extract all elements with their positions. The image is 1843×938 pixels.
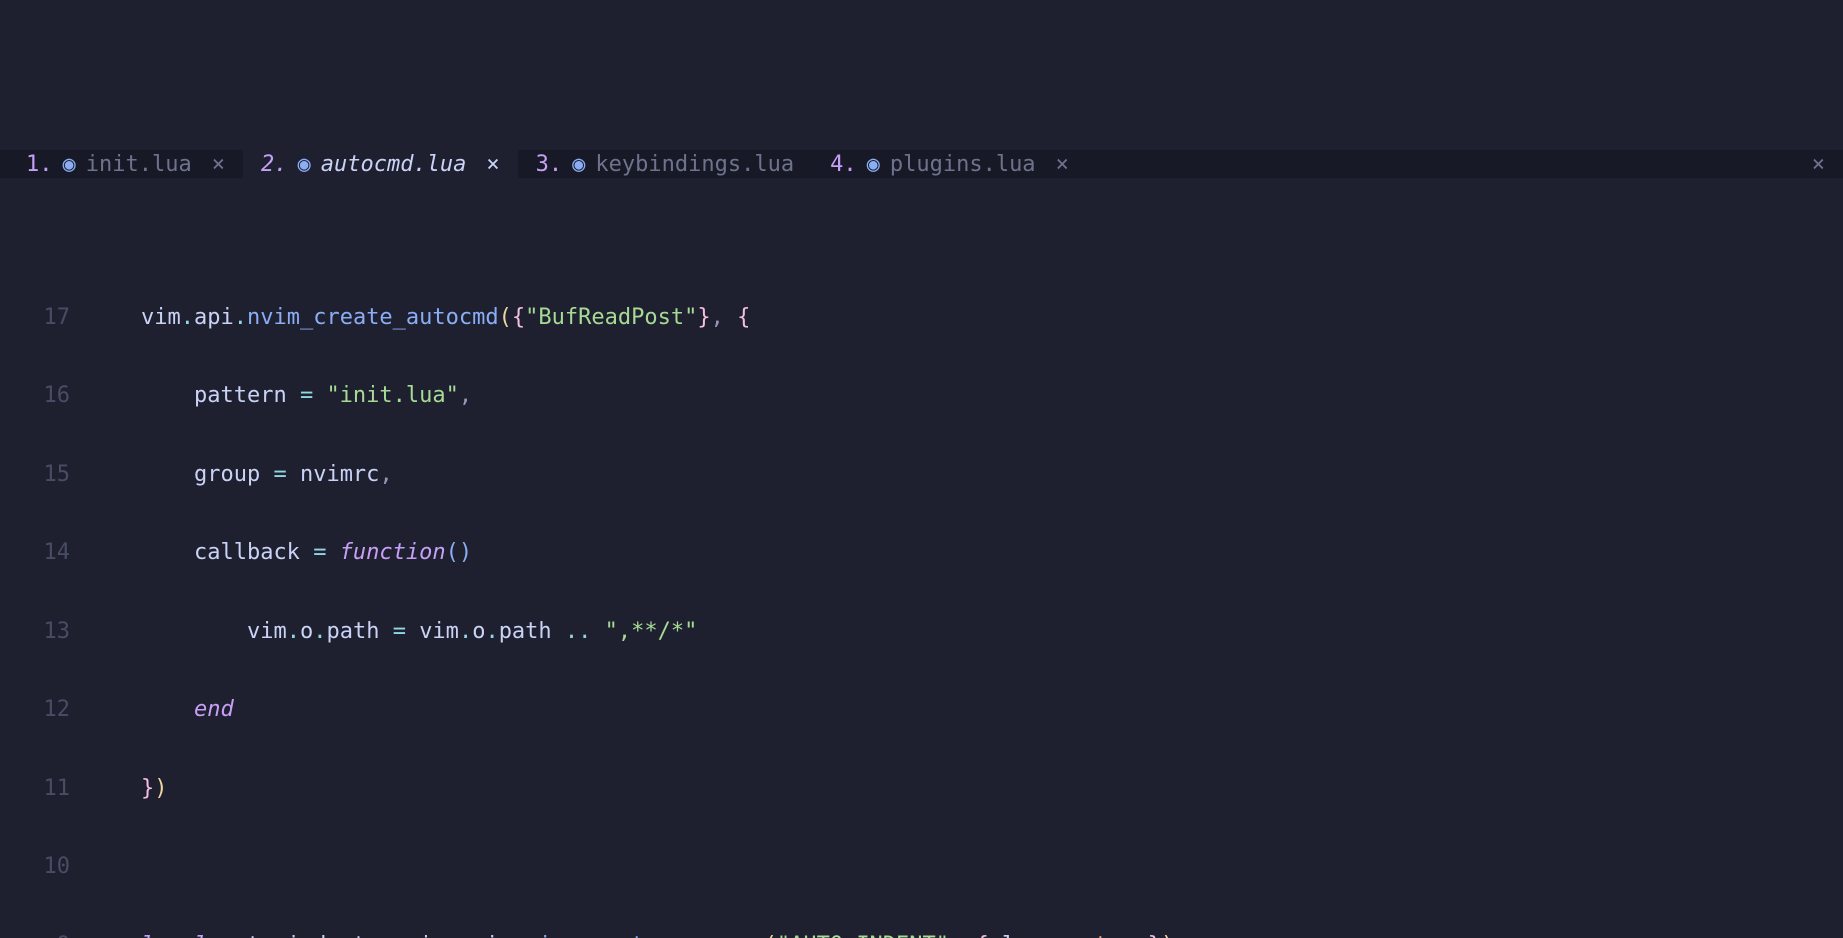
close-icon[interactable]: × xyxy=(202,152,225,177)
code-line: vim.api.nvim_create_autocmd({"BufReadPos… xyxy=(80,305,750,330)
line-number: 17 xyxy=(36,305,80,330)
tab-3[interactable]: 3. ◉ keybindings.lua xyxy=(518,150,812,178)
editor[interactable]: 17 vim.api.nvim_create_autocmd({"BufRead… xyxy=(0,253,1843,938)
close-icon[interactable]: × xyxy=(1046,152,1069,177)
close-icon[interactable]: × xyxy=(476,152,499,177)
lua-icon: ◉ xyxy=(63,152,76,177)
lua-icon: ◉ xyxy=(867,152,880,177)
tab-4[interactable]: 4. ◉ plugins.lua × xyxy=(812,150,1087,178)
tabline-close-icon[interactable]: × xyxy=(1812,152,1843,177)
tab-bar: 1. ◉ init.lua × 2. ◉ autocmd.lua × 3. ◉ … xyxy=(0,150,1843,178)
tab-2-active[interactable]: 2. ◉ autocmd.lua × xyxy=(243,150,518,178)
lua-icon: ◉ xyxy=(297,152,310,177)
lua-icon: ◉ xyxy=(572,152,585,177)
tab-1[interactable]: 1. ◉ init.lua × xyxy=(8,150,243,178)
